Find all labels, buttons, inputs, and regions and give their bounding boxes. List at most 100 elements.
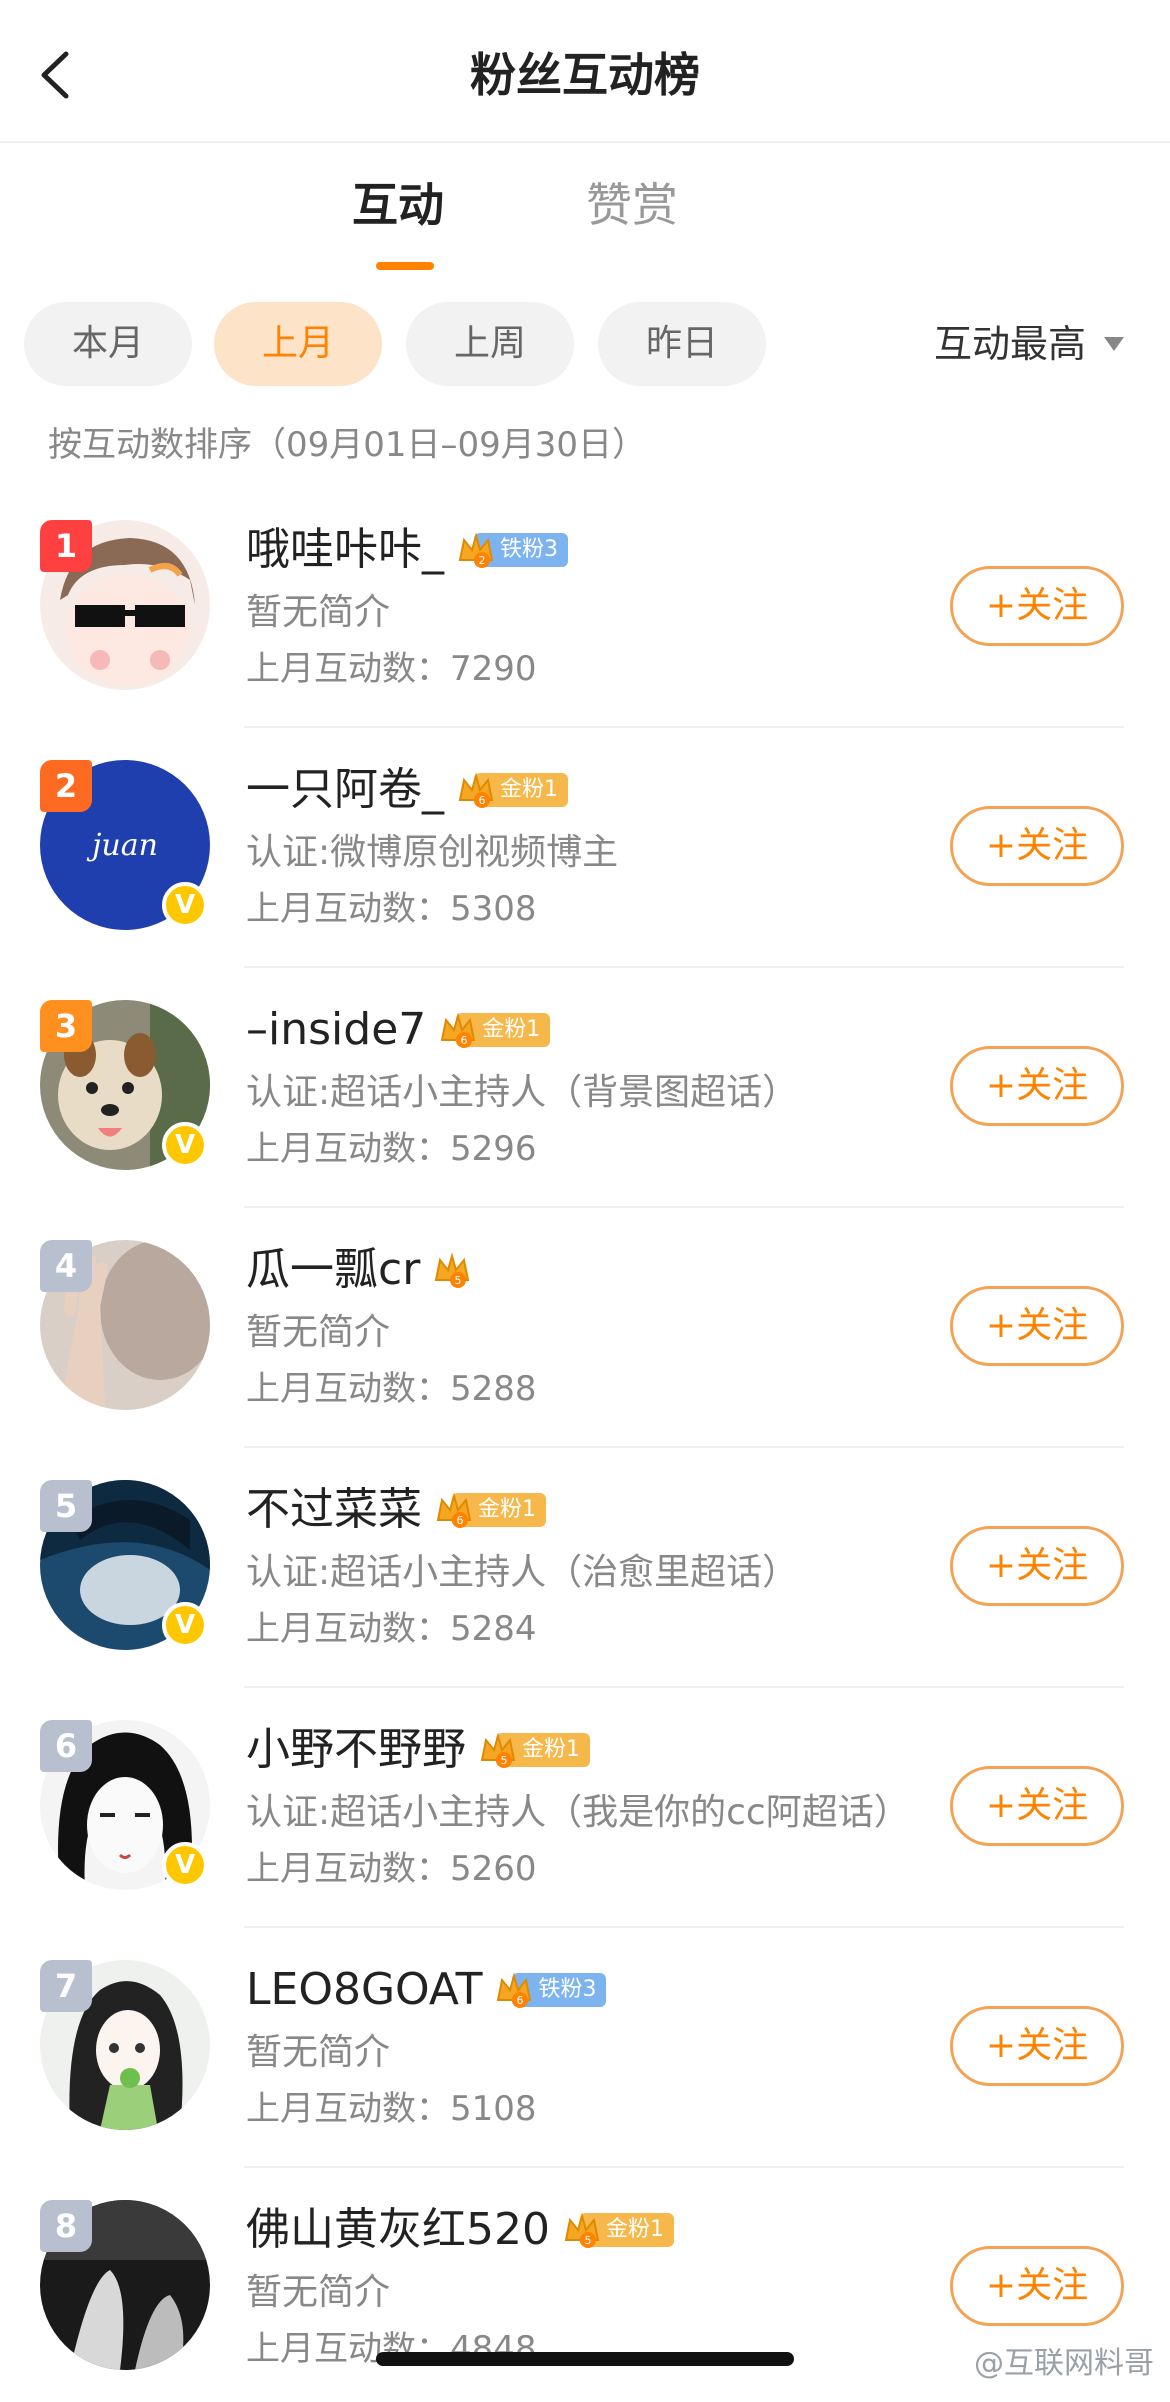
crown-level: 2 bbox=[479, 554, 486, 567]
interaction-count: 5288 bbox=[450, 1369, 537, 1409]
interaction-count-line: 上月互动数：7290 bbox=[246, 644, 537, 694]
rank-badge: 1 bbox=[40, 520, 92, 572]
rank-badge: 8 bbox=[40, 2200, 92, 2252]
count-label: 上月互动数： bbox=[246, 1849, 450, 1889]
name-line: –inside7 6 金粉1 bbox=[246, 998, 551, 1062]
filter-last-month[interactable]: 上月 bbox=[214, 302, 382, 386]
active-tab-indicator bbox=[376, 262, 434, 270]
name-line: 瓜一瓢cr 5 bbox=[246, 1238, 472, 1302]
list-item[interactable]: 1 哦哇咔咔_ 2 铁粉3 暂无简介 上月互动数：7290 +关注 bbox=[0, 488, 1170, 728]
follow-button[interactable]: +关注 bbox=[950, 1046, 1124, 1126]
tab-interaction[interactable]: 互动 bbox=[352, 170, 444, 240]
interaction-count-line: 上月互动数：4848 bbox=[246, 2324, 537, 2374]
crown-level: 5 bbox=[584, 2234, 591, 2247]
user-bio: 暂无简介 bbox=[246, 1312, 391, 1353]
verified-badge-icon: V bbox=[162, 1602, 208, 1648]
name-line: 一只阿卷_ 6 金粉1 bbox=[246, 758, 568, 822]
rank-badge: 6 bbox=[40, 1720, 92, 1772]
filter-this-month[interactable]: 本月 bbox=[24, 302, 192, 386]
sort-hint: 按互动数排序（09月01日–09月30日） bbox=[48, 425, 647, 465]
count-label: 上月互动数： bbox=[246, 1369, 450, 1409]
tab-bar: 互动 赞赏 bbox=[0, 150, 1170, 280]
interaction-count-line: 上月互动数：5108 bbox=[246, 2084, 537, 2134]
user-name[interactable]: 哦哇咔咔_ bbox=[246, 518, 444, 582]
crown-icon: 2 bbox=[456, 530, 496, 570]
user-bio: 认证:微博原创视频博主 bbox=[246, 832, 619, 873]
follow-button[interactable]: +关注 bbox=[950, 2006, 1124, 2086]
user-name[interactable]: 佛山黄灰红520 bbox=[246, 2198, 550, 2262]
verified-badge-icon: V bbox=[162, 882, 208, 928]
page-title: 粉丝互动榜 bbox=[470, 48, 700, 102]
name-line: 哦哇咔咔_ 2 铁粉3 bbox=[246, 518, 568, 582]
user-name[interactable]: LEO8GOAT bbox=[246, 1958, 482, 2022]
user-name[interactable]: 瓜一瓢cr bbox=[246, 1238, 420, 1302]
count-label: 上月互动数： bbox=[246, 2089, 450, 2129]
sort-dropdown-label: 互动最高 bbox=[933, 322, 1086, 366]
rank-badge: 7 bbox=[40, 1960, 92, 2012]
crown-icon: 5 bbox=[432, 1250, 472, 1290]
list-item[interactable]: 4 瓜一瓢cr 5 暂无简介 上月互动数：5288 +关注 bbox=[0, 1208, 1170, 1448]
verified-badge-icon: V bbox=[162, 1842, 208, 1888]
name-line: 佛山黄灰红520 5 金粉1 bbox=[246, 2198, 674, 2262]
interaction-count-line: 上月互动数：5284 bbox=[246, 1604, 537, 1654]
rank-badge: 4 bbox=[40, 1240, 92, 1292]
count-label: 上月互动数： bbox=[246, 889, 450, 929]
crown-level: 5 bbox=[501, 1754, 508, 1767]
crown-level: 6 bbox=[457, 1514, 464, 1527]
follow-button[interactable]: +关注 bbox=[950, 2246, 1124, 2326]
crown-level: 6 bbox=[461, 1034, 468, 1047]
user-name[interactable]: 小野不野野 bbox=[246, 1718, 466, 1782]
list-item[interactable]: 5 V 不过菜菜 6 金粉1 认证:超话小主持人（治愈里超话） 上月互动数：52… bbox=[0, 1448, 1170, 1688]
rank-badge: 5 bbox=[40, 1480, 92, 1532]
filter-last-week[interactable]: 上周 bbox=[406, 302, 574, 386]
list-item[interactable]: 3 V –inside7 6 金粉1 认证:超话小主持人（背景图超话） 上月互动… bbox=[0, 968, 1170, 1208]
verified-badge-icon: V bbox=[162, 1122, 208, 1168]
filter-bar: 本月 上月 上周 昨日 互动最高 bbox=[0, 300, 1170, 390]
filter-yesterday[interactable]: 昨日 bbox=[598, 302, 766, 386]
home-indicator[interactable] bbox=[376, 2352, 794, 2366]
follow-button[interactable]: +关注 bbox=[950, 806, 1124, 886]
count-label: 上月互动数： bbox=[246, 1129, 450, 1169]
interaction-count-line: 上月互动数：5308 bbox=[246, 884, 537, 934]
interaction-count: 5284 bbox=[450, 1609, 537, 1649]
user-name[interactable]: –inside7 bbox=[246, 998, 426, 1062]
interaction-count: 5108 bbox=[450, 2089, 537, 2129]
name-line: 小野不野野 5 金粉1 bbox=[246, 1718, 590, 1782]
rank-badge: 2 bbox=[40, 760, 92, 812]
follow-button[interactable]: +关注 bbox=[950, 566, 1124, 646]
interaction-count-line: 上月互动数：5260 bbox=[246, 1844, 537, 1894]
top-bar: 粉丝互动榜 bbox=[0, 0, 1170, 143]
follow-button[interactable]: +关注 bbox=[950, 1526, 1124, 1606]
user-bio: 暂无简介 bbox=[246, 2272, 391, 2313]
caret-down-icon bbox=[1104, 336, 1124, 351]
interaction-count: 5308 bbox=[450, 889, 537, 929]
interaction-count-line: 上月互动数：5296 bbox=[246, 1124, 537, 1174]
list-item[interactable]: 6 V 小野不野野 5 金粉1 认证:超话小主持人（我是你的cc阿超话） 上月互… bbox=[0, 1688, 1170, 1928]
crown-level: 6 bbox=[479, 794, 486, 807]
user-bio: 认证:超话小主持人（我是你的cc阿超话） bbox=[246, 1792, 910, 1833]
crown-icon: 6 bbox=[494, 1970, 534, 2010]
user-name[interactable]: 一只阿卷_ bbox=[246, 758, 444, 822]
crown-icon: 5 bbox=[562, 2210, 602, 2250]
name-line: LEO8GOAT 6 铁粉3 bbox=[246, 1958, 607, 2022]
interaction-count: 5260 bbox=[450, 1849, 537, 1889]
crown-icon: 6 bbox=[438, 1010, 478, 1050]
tab-appreciation[interactable]: 赞赏 bbox=[586, 170, 678, 240]
interaction-count: 5296 bbox=[450, 1129, 537, 1169]
user-bio: 暂无简介 bbox=[246, 592, 391, 633]
crown-icon: 6 bbox=[456, 770, 496, 810]
user-name[interactable]: 不过菜菜 bbox=[246, 1478, 422, 1542]
crown-level: 6 bbox=[517, 1994, 524, 2007]
rank-badge: 3 bbox=[40, 1000, 92, 1052]
user-bio: 认证:超话小主持人（背景图超话） bbox=[246, 1072, 799, 1113]
count-label: 上月互动数： bbox=[246, 649, 450, 689]
list-item[interactable]: 7 LEO8GOAT 6 铁粉3 暂无简介 上月互动数：5108 +关注 bbox=[0, 1928, 1170, 2168]
sort-dropdown[interactable]: 互动最高 bbox=[934, 302, 1124, 386]
follow-button[interactable]: +关注 bbox=[950, 1766, 1124, 1846]
interaction-count-line: 上月互动数：5288 bbox=[246, 1364, 537, 1414]
count-label: 上月互动数： bbox=[246, 1609, 450, 1649]
name-line: 不过菜菜 6 金粉1 bbox=[246, 1478, 546, 1542]
follow-button[interactable]: +关注 bbox=[950, 1286, 1124, 1366]
watermark: @互联网料哥 bbox=[974, 2346, 1154, 2381]
list-item[interactable]: juan 2 V 一只阿卷_ 6 金粉1 认证:微博原创视频博主 上月互动数：5… bbox=[0, 728, 1170, 968]
